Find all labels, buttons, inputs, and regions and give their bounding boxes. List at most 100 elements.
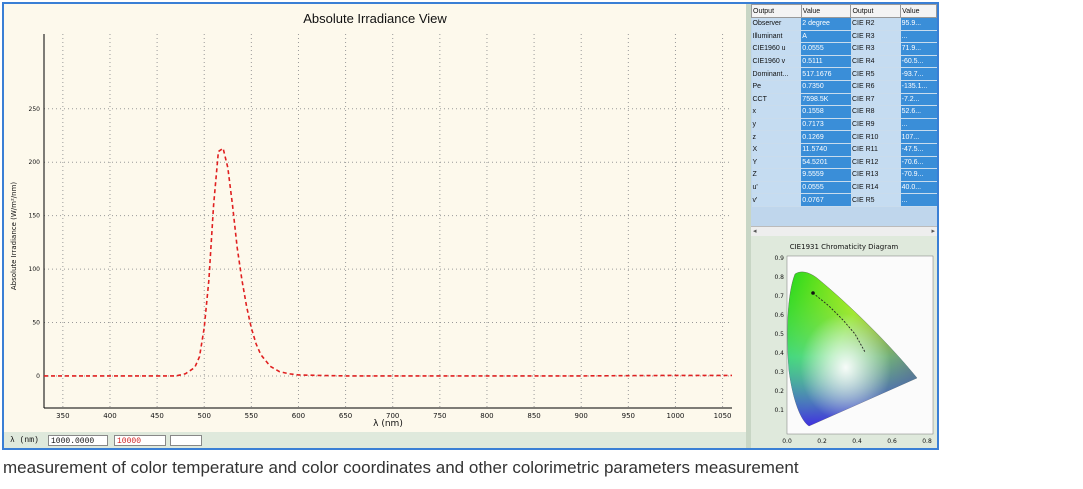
lambda-value-field[interactable]: 1000.0000 xyxy=(48,435,108,446)
table-cell: -47.5... xyxy=(900,143,937,157)
cie-y-tick-label: 0.3 xyxy=(774,369,784,376)
table-cell: CIE R3 xyxy=(850,30,901,44)
table-row[interactable]: Z 9.5559 CIE R13 -70.9... xyxy=(751,168,937,182)
colorimetric-table: Output Value Output Value Observer 2 degr… xyxy=(751,4,937,207)
cie-y-tick-label: 0.7 xyxy=(774,293,784,300)
table-cell: Observer xyxy=(751,17,802,31)
x-tick-label: 950 xyxy=(622,412,635,420)
table-row[interactable]: z 0.1269 CIE R10 107... xyxy=(751,130,937,144)
col-header-output-1[interactable]: Output xyxy=(751,4,802,18)
y-axis-label: Absolute Irradiance (W/m²/nm) xyxy=(10,182,18,291)
y-tick-label: 200 xyxy=(29,159,41,166)
col-header-value-2[interactable]: Value xyxy=(900,4,937,18)
table-cell: CCT xyxy=(751,93,802,107)
table-cell: z xyxy=(751,130,802,144)
table-cell: 9.5559 xyxy=(801,168,851,182)
table-cell: 0.5111 xyxy=(801,55,851,69)
table-cell: A xyxy=(801,30,851,44)
scroll-right-icon[interactable]: ▸ xyxy=(931,227,935,235)
irradiance-plot-panel[interactable]: Absolute Irradiance View 350 400 450 500 550… xyxy=(4,4,746,432)
table-row[interactable]: X 11.5740 CIE R11 -47.5... xyxy=(751,143,937,157)
table-row[interactable]: Observer 2 degree CIE R2 95.9... xyxy=(751,17,937,31)
table-cell: 52.6... xyxy=(900,105,937,119)
table-cell: 11.5740 xyxy=(801,143,851,157)
blank-status-field xyxy=(170,435,202,446)
table-cell: x xyxy=(751,105,802,119)
x-tick-label: 350 xyxy=(56,412,69,420)
colorimetric-table-panel[interactable]: Output Value Output Value Observer 2 degr… xyxy=(751,4,937,226)
x-tick-label: 550 xyxy=(245,412,258,420)
table-cell: v' xyxy=(751,193,802,207)
table-cell: 40.0... xyxy=(900,181,937,195)
y-tick-label: 150 xyxy=(29,213,41,220)
table-cell: Dominant... xyxy=(751,67,802,81)
x-tick-label: 650 xyxy=(339,412,352,420)
table-cell: 7598.5K xyxy=(801,93,851,107)
table-cell: 54.5201 xyxy=(801,156,851,170)
x-tick-label: 850 xyxy=(527,412,540,420)
table-cell: CIE R4 xyxy=(850,55,901,69)
scroll-left-icon[interactable]: ◂ xyxy=(753,227,757,235)
table-row[interactable]: Y 54.5201 CIE R12 -70.6... xyxy=(751,156,937,170)
table-row[interactable]: u' 0.0555 CIE R14 40.0... xyxy=(751,181,937,195)
table-row[interactable]: v' 0.0767 CIE R5... xyxy=(751,193,937,207)
table-row[interactable]: CIE1960 u 0.0555 CIE R3 71.9... xyxy=(751,42,937,56)
table-cell: CIE R13 xyxy=(850,168,901,182)
table-cell: y xyxy=(751,118,802,132)
x-axis-label: λ (nm) xyxy=(373,419,403,429)
table-row[interactable]: CCT 7598.5K CIE R7 -7.2... xyxy=(751,93,937,107)
table-cell: Y xyxy=(751,156,802,170)
table-row[interactable]: Illuminant A CIE R3... xyxy=(751,30,937,44)
y-tick-label: 50 xyxy=(32,320,40,327)
table-cell: -70.9... xyxy=(900,168,937,182)
irradiance-chart[interactable]: 350 400 450 500 550 600 650 700 750 800 850 900 950 1… xyxy=(4,4,746,432)
table-cell: ... xyxy=(900,193,937,207)
table-cell: 107... xyxy=(900,130,937,144)
reading-value-field[interactable]: 10000 xyxy=(114,435,166,446)
x-tick-label: 800 xyxy=(480,412,493,420)
cie-diagram-panel: CIE1931 Chromaticity Diagram 0.9 0.8 0.7 0.… xyxy=(751,236,937,448)
table-cell: ... xyxy=(900,118,937,132)
table-cell: 0.0555 xyxy=(801,42,851,56)
table-cell: -93.7... xyxy=(900,67,937,81)
table-row[interactable]: y 0.7173 CIE R9... xyxy=(751,118,937,132)
table-cell: u' xyxy=(751,181,802,195)
lambda-label: λ (nm) xyxy=(8,435,46,446)
x-tick-label: 1000 xyxy=(667,412,685,420)
table-cell: CIE R7 xyxy=(850,93,901,107)
x-tick-label: 450 xyxy=(150,412,163,420)
table-cell: 95.9... xyxy=(900,17,937,31)
table-cell: 0.1558 xyxy=(801,105,851,119)
cie-title: CIE1931 Chromaticity Diagram xyxy=(790,243,899,251)
cie-y-tick-label: 0.6 xyxy=(774,312,784,319)
x-tick-label: 600 xyxy=(292,412,305,420)
image-caption: measurement of color temperature and col… xyxy=(3,458,799,477)
cie-y-tick-label: 0.8 xyxy=(774,274,784,281)
table-cell: CIE R12 xyxy=(850,156,901,170)
table-cell: -60.5... xyxy=(900,55,937,69)
table-cell: CIE R14 xyxy=(850,181,901,195)
cie-x-tick-label: 0.6 xyxy=(887,438,897,445)
table-cell: Z xyxy=(751,168,802,182)
cie-y-tick-label: 0.2 xyxy=(774,388,784,395)
x-tick-label: 900 xyxy=(575,412,588,420)
y-tick-label: 250 xyxy=(29,106,41,113)
cie-y-tick-label: 0.5 xyxy=(774,331,784,338)
table-horizontal-scrollbar[interactable]: ◂ ▸ xyxy=(751,226,937,236)
cie-x-tick-label: 0.2 xyxy=(817,438,827,445)
table-row[interactable]: Dominant... 517.1676 CIE R5 -93.7... xyxy=(751,67,937,81)
table-cell: CIE R9 xyxy=(850,118,901,132)
table-cell: 0.7173 xyxy=(801,118,851,132)
x-tick-label: 1050 xyxy=(714,412,732,420)
table-row[interactable]: x 0.1558 CIE R8 52.6... xyxy=(751,105,937,119)
cie-chromaticity-diagram[interactable]: CIE1931 Chromaticity Diagram 0.9 0.8 0.7 0.… xyxy=(751,236,937,448)
grid-lines xyxy=(44,34,732,408)
status-bar: λ (nm) 1000.0000 10000 xyxy=(4,432,746,448)
table-cell: 2 degree xyxy=(801,17,851,31)
col-header-value-1[interactable]: Value xyxy=(800,4,852,18)
table-row[interactable]: CIE1960 v 0.5111 CIE R4 -60.5... xyxy=(751,55,937,69)
table-row[interactable]: Pe 0.7350 CIE R6 -135.1... xyxy=(751,80,937,94)
table-cell: CIE R5 xyxy=(850,193,901,207)
cie-y-tick-label: 0.9 xyxy=(774,255,784,262)
col-header-output-2[interactable]: Output xyxy=(850,4,902,18)
